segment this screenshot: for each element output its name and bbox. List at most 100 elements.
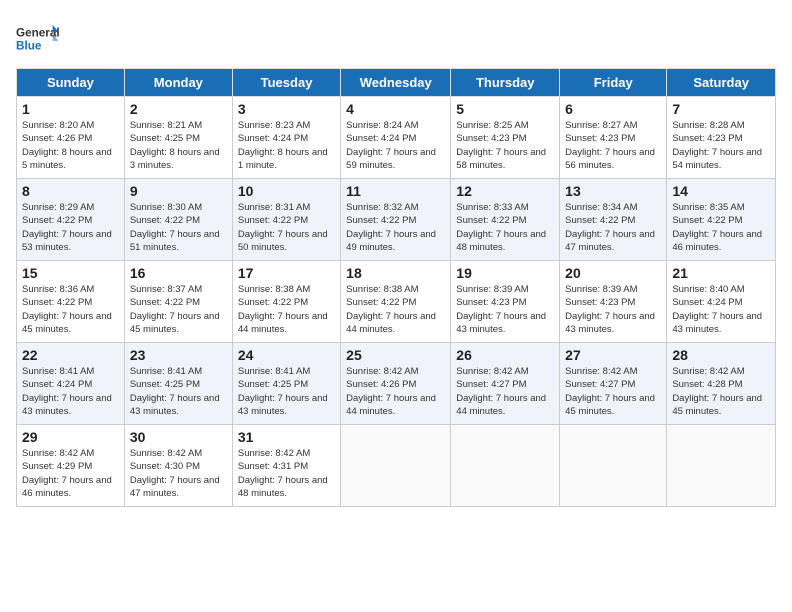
day-number: 20 [565,265,661,281]
calendar-cell: 1Sunrise: 8:20 AM Sunset: 4:26 PM Daylig… [17,97,125,179]
day-info: Sunrise: 8:42 AM Sunset: 4:28 PM Dayligh… [672,365,770,418]
day-number: 16 [130,265,227,281]
calendar-cell: 26 Sunrise: 8:42 AM Sunset: 4:27 PM Dayli… [451,343,560,425]
calendar-header-row: SundayMondayTuesdayWednesdayThursdayFrid… [17,69,776,97]
calendar-cell: 5 Sunrise: 8:25 AM Sunset: 4:23 PM Daylig… [451,97,560,179]
calendar-cell: 17 Sunrise: 8:38 AM Sunset: 4:22 PM Dayli… [232,261,340,343]
page-header: General Blue [16,16,776,60]
calendar-week-row: 22Sunrise: 8:41 AM Sunset: 4:24 PM Dayli… [17,343,776,425]
day-number: 2 [130,101,227,117]
day-number: 11 [346,183,445,199]
day-number: 13 [565,183,661,199]
calendar-cell: 22Sunrise: 8:41 AM Sunset: 4:24 PM Dayli… [17,343,125,425]
calendar-cell [667,425,776,507]
day-info: Sunrise: 8:30 AM Sunset: 4:22 PM Dayligh… [130,201,227,254]
day-number: 25 [346,347,445,363]
day-number: 24 [238,347,335,363]
day-number: 3 [238,101,335,117]
calendar-cell: 10 Sunrise: 8:31 AM Sunset: 4:22 PM Dayli… [232,179,340,261]
day-info: Sunrise: 8:42 AM Sunset: 4:27 PM Dayligh… [456,365,554,418]
day-info: Sunrise: 8:36 AM Sunset: 4:22 PM Dayligh… [22,283,119,336]
day-number: 23 [130,347,227,363]
calendar-cell: 25 Sunrise: 8:42 AM Sunset: 4:26 PM Dayli… [341,343,451,425]
calendar-cell [560,425,667,507]
day-number: 29 [22,429,119,445]
day-info: Sunrise: 8:42 AM Sunset: 4:29 PM Dayligh… [22,447,119,500]
calendar-cell: 29 Sunrise: 8:42 AM Sunset: 4:29 PM Dayli… [17,425,125,507]
calendar-cell: 18Sunrise: 8:38 AM Sunset: 4:22 PM Dayli… [341,261,451,343]
day-info: Sunrise: 8:29 AM Sunset: 4:22 PM Dayligh… [22,201,119,254]
day-info: Sunrise: 8:24 AM Sunset: 4:24 PM Dayligh… [346,119,445,172]
day-number: 21 [672,265,770,281]
day-info: Sunrise: 8:38 AM Sunset: 4:22 PM Dayligh… [238,283,335,336]
day-info: Sunrise: 8:42 AM Sunset: 4:31 PM Dayligh… [238,447,335,500]
calendar-cell: 28 Sunrise: 8:42 AM Sunset: 4:28 PM Dayli… [667,343,776,425]
day-number: 31 [238,429,335,445]
calendar-cell: 27 Sunrise: 8:42 AM Sunset: 4:27 PM Dayli… [560,343,667,425]
header-sunday: Sunday [17,69,125,97]
calendar-table: SundayMondayTuesdayWednesdayThursdayFrid… [16,68,776,507]
calendar-cell: 8 Sunrise: 8:29 AM Sunset: 4:22 PM Daylig… [17,179,125,261]
day-info: Sunrise: 8:21 AM Sunset: 4:25 PM Dayligh… [130,119,227,172]
day-number: 27 [565,347,661,363]
calendar-cell: 13 Sunrise: 8:34 AM Sunset: 4:22 PM Dayli… [560,179,667,261]
calendar-cell: 19 Sunrise: 8:39 AM Sunset: 4:23 PM Dayli… [451,261,560,343]
calendar-cell: 16Sunrise: 8:37 AM Sunset: 4:22 PM Dayli… [124,261,232,343]
day-info: Sunrise: 8:31 AM Sunset: 4:22 PM Dayligh… [238,201,335,254]
calendar-cell: 4 Sunrise: 8:24 AM Sunset: 4:24 PM Daylig… [341,97,451,179]
calendar-week-row: 8 Sunrise: 8:29 AM Sunset: 4:22 PM Daylig… [17,179,776,261]
day-info: Sunrise: 8:42 AM Sunset: 4:26 PM Dayligh… [346,365,445,418]
day-number: 17 [238,265,335,281]
day-number: 12 [456,183,554,199]
day-info: Sunrise: 8:41 AM Sunset: 4:24 PM Dayligh… [22,365,119,418]
day-info: Sunrise: 8:41 AM Sunset: 4:25 PM Dayligh… [130,365,227,418]
day-number: 14 [672,183,770,199]
header-thursday: Thursday [451,69,560,97]
day-number: 6 [565,101,661,117]
day-info: Sunrise: 8:28 AM Sunset: 4:23 PM Dayligh… [672,119,770,172]
day-info: Sunrise: 8:25 AM Sunset: 4:23 PM Dayligh… [456,119,554,172]
day-number: 8 [22,183,119,199]
day-number: 15 [22,265,119,281]
svg-text:Blue: Blue [16,40,42,53]
calendar-cell: 23 Sunrise: 8:41 AM Sunset: 4:25 PM Dayli… [124,343,232,425]
calendar-cell: 2 Sunrise: 8:21 AM Sunset: 4:25 PM Daylig… [124,97,232,179]
header-tuesday: Tuesday [232,69,340,97]
calendar-cell: 11 Sunrise: 8:32 AM Sunset: 4:22 PM Dayli… [341,179,451,261]
day-number: 5 [456,101,554,117]
calendar-cell: 20Sunrise: 8:39 AM Sunset: 4:23 PM Dayli… [560,261,667,343]
calendar-cell: 6 Sunrise: 8:27 AM Sunset: 4:23 PM Daylig… [560,97,667,179]
day-number: 28 [672,347,770,363]
day-number: 7 [672,101,770,117]
calendar-cell: 9 Sunrise: 8:30 AM Sunset: 4:22 PM Daylig… [124,179,232,261]
day-info: Sunrise: 8:39 AM Sunset: 4:23 PM Dayligh… [456,283,554,336]
day-number: 4 [346,101,445,117]
calendar-cell: 14Sunrise: 8:35 AM Sunset: 4:22 PM Dayli… [667,179,776,261]
day-number: 18 [346,265,445,281]
header-monday: Monday [124,69,232,97]
calendar-week-row: 1Sunrise: 8:20 AM Sunset: 4:26 PM Daylig… [17,97,776,179]
header-saturday: Saturday [667,69,776,97]
calendar-cell: 3Sunrise: 8:23 AM Sunset: 4:24 PM Daylig… [232,97,340,179]
day-info: Sunrise: 8:42 AM Sunset: 4:27 PM Dayligh… [565,365,661,418]
day-info: Sunrise: 8:32 AM Sunset: 4:22 PM Dayligh… [346,201,445,254]
calendar-cell: 7 Sunrise: 8:28 AM Sunset: 4:23 PM Daylig… [667,97,776,179]
day-info: Sunrise: 8:20 AM Sunset: 4:26 PM Dayligh… [22,119,119,172]
logo: General Blue [16,16,60,60]
calendar-cell: 31 Sunrise: 8:42 AM Sunset: 4:31 PM Dayli… [232,425,340,507]
day-number: 10 [238,183,335,199]
calendar-week-row: 29 Sunrise: 8:42 AM Sunset: 4:29 PM Dayli… [17,425,776,507]
day-number: 30 [130,429,227,445]
header-wednesday: Wednesday [341,69,451,97]
day-info: Sunrise: 8:27 AM Sunset: 4:23 PM Dayligh… [565,119,661,172]
logo-icon: General Blue [16,16,60,60]
logo-container: General Blue [16,16,60,60]
calendar-cell [451,425,560,507]
day-info: Sunrise: 8:34 AM Sunset: 4:22 PM Dayligh… [565,201,661,254]
day-number: 9 [130,183,227,199]
day-info: Sunrise: 8:41 AM Sunset: 4:25 PM Dayligh… [238,365,335,418]
day-number: 19 [456,265,554,281]
header-friday: Friday [560,69,667,97]
day-info: Sunrise: 8:42 AM Sunset: 4:30 PM Dayligh… [130,447,227,500]
day-number: 26 [456,347,554,363]
